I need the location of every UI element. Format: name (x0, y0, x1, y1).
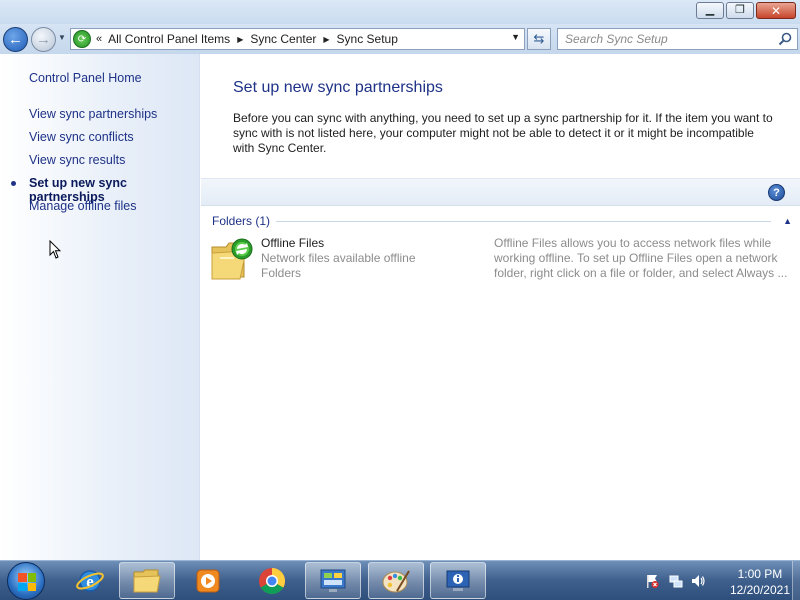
sync-center-icon: ⟳ (73, 30, 91, 48)
forward-button[interactable]: → (31, 27, 56, 52)
breadcrumb-sync-center[interactable]: Sync Center (250, 32, 316, 46)
control-panel-home-link[interactable]: Control Panel Home (29, 71, 142, 85)
arrow-right-icon: → (36, 31, 51, 48)
window-controls: ▁ ❐ ✕ (696, 2, 796, 19)
taskbar-control-panel[interactable] (305, 562, 361, 599)
group-label: Folders (1) (212, 214, 271, 228)
taskbar-paint[interactable] (368, 562, 424, 599)
page-title: Set up new sync partnerships (233, 79, 443, 96)
navigation-bar: ← → ▼ ⟳ « All Control Panel Items ▶ Sync… (0, 24, 800, 54)
clock-date: 12/20/2021 (729, 583, 790, 597)
view-sync-results-link[interactable]: View sync results (29, 153, 199, 176)
minimize-button[interactable]: ▁ (696, 2, 724, 19)
recent-pages-dropdown[interactable]: ▼ (58, 33, 68, 45)
current-page-bullet-icon (11, 181, 16, 186)
breadcrumb-all-control-panel-items[interactable]: All Control Panel Items (108, 32, 230, 46)
address-history-dropdown[interactable]: ▼ (511, 32, 520, 42)
clock[interactable]: 1:00 PM 12/20/2021 (730, 566, 790, 598)
volume-icon[interactable] (690, 573, 706, 589)
breadcrumb-sync-setup[interactable]: Sync Setup (337, 32, 398, 46)
view-sync-conflicts-link[interactable]: View sync conflicts (29, 130, 199, 153)
group-divider (276, 220, 772, 222)
search-box[interactable] (557, 28, 798, 50)
maximize-button[interactable]: ❐ (726, 2, 754, 19)
show-desktop-button[interactable] (792, 561, 800, 600)
breadcrumb-overflow-button[interactable]: « (96, 33, 102, 45)
windows-logo-icon (18, 573, 36, 591)
address-bar[interactable]: ⟳ « All Control Panel Items ▶ Sync Cente… (70, 28, 525, 50)
clock-time: 1:00 PM (737, 567, 783, 581)
refresh-icon: ⇆ (533, 31, 545, 46)
breadcrumb-separator-icon[interactable]: ▶ (323, 35, 329, 44)
taskbar-file-explorer[interactable] (119, 562, 175, 599)
taskbar-internet-explorer[interactable]: e (62, 562, 118, 599)
refresh-button[interactable]: ⇆ (527, 28, 551, 50)
task-links: View sync partnerships View sync conflic… (11, 107, 199, 222)
item-name: Offline Files (261, 236, 325, 250)
start-button[interactable] (7, 562, 45, 600)
back-button[interactable]: ← (3, 27, 28, 52)
set-up-new-sync-partnerships-link[interactable]: Set up new sync partnerships (11, 176, 199, 204)
breadcrumb-separator-icon[interactable]: ▶ (237, 35, 243, 44)
search-input[interactable] (558, 29, 768, 49)
paint-palette-icon (382, 569, 410, 592)
media-player-icon (196, 569, 220, 592)
page-description: Before you can sync with anything, you n… (233, 111, 773, 155)
taskbar-system-information[interactable] (430, 562, 486, 599)
taskbar: e 1:00 PM 12/20/2021 (0, 560, 800, 600)
action-center-flag-icon[interactable] (644, 573, 660, 589)
main-content: Set up new sync partnerships Before you … (201, 54, 800, 560)
manage-offline-files-link[interactable]: Manage offline files (29, 199, 199, 222)
folder-icon (133, 569, 161, 592)
folder-sync-icon (211, 238, 253, 280)
system-information-icon (446, 570, 470, 591)
chevron-up-icon[interactable]: ▲ (783, 216, 792, 226)
offline-files-item[interactable]: Offline Files Network files available of… (210, 236, 790, 284)
folders-group-header[interactable]: Folders (1) ▲ (212, 214, 792, 228)
item-type: Folders (261, 266, 302, 280)
task-pane: Control Panel Home View sync partnership… (0, 54, 200, 560)
network-icon[interactable] (668, 573, 684, 589)
help-icon[interactable]: ? (768, 184, 785, 201)
close-button[interactable]: ✕ (756, 2, 796, 19)
item-description: Offline Files allows you to access netwo… (494, 236, 788, 280)
control-panel-icon (320, 569, 346, 592)
chrome-icon (259, 567, 286, 594)
taskbar-media-player[interactable] (180, 562, 236, 599)
arrow-left-icon: ← (8, 31, 23, 48)
item-subtitle: Network files available offline (261, 251, 416, 265)
taskbar-chrome[interactable] (244, 562, 300, 599)
notification-area: 1:00 PM 12/20/2021 (630, 561, 800, 600)
internet-explorer-icon: e (76, 569, 104, 592)
command-bar: ? (201, 178, 800, 206)
search-icon[interactable] (778, 32, 792, 46)
mouse-cursor-icon (49, 240, 61, 259)
title-bar: ▁ ❐ ✕ (0, 0, 800, 24)
view-sync-partnerships-link[interactable]: View sync partnerships (29, 107, 199, 130)
